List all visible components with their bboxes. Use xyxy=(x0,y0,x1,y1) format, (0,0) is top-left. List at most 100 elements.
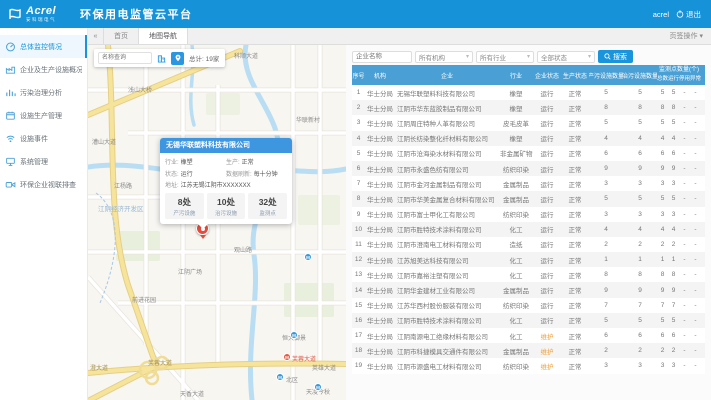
table-cell: 运行 xyxy=(533,164,561,174)
table-cell: 9 xyxy=(657,165,668,172)
table-cell: 8 xyxy=(589,104,623,111)
table-row[interactable]: 12华士分局江苏旭美达科技有限公司化工运行正常1111-- xyxy=(352,252,705,267)
table-cell: 9 xyxy=(589,165,623,172)
sidebar-item-5[interactable]: 系统管理 xyxy=(0,150,87,173)
table-row[interactable]: 2华士分局江阴市华东蓝胶制品有限公司橡塑运行正常8888-- xyxy=(352,100,705,115)
sidebar-item-3[interactable]: 设施生产管理 xyxy=(0,104,87,127)
map-search-input[interactable] xyxy=(98,52,152,64)
table-cell: 4 xyxy=(623,226,657,233)
table-cell: 5 xyxy=(668,317,679,324)
table-row[interactable]: 19华士分局江阴市源盛电工材料有限公司纺织印染维护正常3333-- xyxy=(352,358,705,373)
table-row[interactable]: 6华士分局江阴市永盛色纺有限公司纺织印染运行正常9999-- xyxy=(352,161,705,176)
tab-home[interactable]: 首页 xyxy=(104,28,139,44)
table-cell: 3 xyxy=(623,211,657,218)
table-cell: 运行 xyxy=(533,118,561,128)
table-cell: 华士分局 xyxy=(365,164,395,174)
table-cell: 5 xyxy=(668,119,679,126)
alert-icon xyxy=(5,133,16,144)
transit-station-icon: M xyxy=(314,383,322,391)
table-cell: 9 xyxy=(623,165,657,172)
table-cell: 5 xyxy=(589,89,623,96)
table-cell: 正常 xyxy=(561,346,589,356)
map-label: 浅山大桥 xyxy=(128,85,152,94)
brand-subtitle: 安科瑞电气 xyxy=(26,18,56,23)
table-row[interactable]: 7华士分局江阴市金河金属制品有限公司金属制品运行正常3333-- xyxy=(352,176,705,191)
system-icon xyxy=(5,156,16,167)
popup-field: 地址:江苏无锡江阴市XXXXXXX xyxy=(165,180,287,189)
table-row[interactable]: 18华士分局江阴市科捷模具交通件有限公司金属制品维护正常2222-- xyxy=(352,343,705,358)
map-label: 澄大道 xyxy=(90,363,108,372)
sidebar-collapse-button[interactable]: « xyxy=(88,28,104,44)
sidebar-item-6[interactable]: 环保企业视联排查 xyxy=(0,173,87,196)
table-cell: 9 xyxy=(589,287,623,294)
table-row[interactable]: 15华士分局江苏华西村股份服装有限公司纺织印染运行正常7777-- xyxy=(352,298,705,313)
popup-field-value: 运行 xyxy=(181,169,193,178)
table-cell: 纺织印染 xyxy=(499,300,533,310)
table-row[interactable]: 16华士分局江阴市胜特技术涂料有限公司化工运行正常5555-- xyxy=(352,313,705,328)
table-cell: 纺织印染 xyxy=(499,361,533,371)
table-row[interactable]: 17华士分局江阴南源电工绝缘材料有限公司化工维护正常6666-- xyxy=(352,328,705,343)
table-cell: 华士分局 xyxy=(365,361,395,371)
table-cell: 5 xyxy=(668,195,679,202)
sidebar-item-label: 设施事件 xyxy=(20,134,48,144)
table-cell: 华士分局 xyxy=(365,315,395,325)
search-button[interactable]: 搜索 xyxy=(598,50,633,63)
table-cell: 正常 xyxy=(561,209,589,219)
table-cell: 江阴长纺染整化纤材料有限公司 xyxy=(395,133,499,143)
table-row[interactable]: 13华士分局江阴市嘉裕注塑有限公司化工运行正常8888-- xyxy=(352,267,705,282)
table-cell: 5 xyxy=(657,119,668,126)
enterprise-table-panel: 所有机构▾所有行业▾全部状态▾ 搜索 序号机构企业行业企业状态生产状态产污设施数… xyxy=(346,45,711,400)
table-row[interactable]: 8华士分局江阴市华美金属复合材料有限公司金属制品运行正常5555-- xyxy=(352,191,705,206)
sidebar-item-1[interactable]: 企业及生产设施概况 xyxy=(0,58,87,81)
enterprise-name-input[interactable] xyxy=(352,51,412,63)
company-map-marker-tail xyxy=(200,235,206,239)
table-cell: - xyxy=(690,89,701,96)
table-cell: - xyxy=(690,347,701,354)
building-filter-button[interactable] xyxy=(155,52,168,65)
map-label: 华联新村 xyxy=(296,115,320,124)
popup-stat-label: 监测点 xyxy=(248,209,287,217)
column-header: 机构 xyxy=(365,65,395,85)
filter-select-0[interactable]: 所有机构▾ xyxy=(415,51,473,63)
table-row[interactable]: 3华士分局江阴周庄特种人革有限公司皮毛皮革运行正常5555-- xyxy=(352,115,705,130)
table-cell: - xyxy=(690,271,701,278)
table-row[interactable]: 1华士分局无锡华联塑料科技有限公司橡塑运行正常5555-- xyxy=(352,85,705,100)
column-subheader: 运行 xyxy=(668,75,679,85)
table-cell: - xyxy=(679,317,690,324)
search-icon xyxy=(604,53,611,60)
tab-map-navigation[interactable]: 地图导航 xyxy=(139,28,188,44)
table-cell: 8 xyxy=(623,104,657,111)
table-cell: 运行 xyxy=(533,285,561,295)
username[interactable]: acrel xyxy=(653,10,669,19)
logout-button[interactable]: 退出 xyxy=(676,9,701,20)
table-cell: 运行 xyxy=(533,209,561,219)
table-cell: 4 xyxy=(589,135,623,142)
table-cell: 8 xyxy=(352,195,365,202)
table-cell: - xyxy=(679,226,690,233)
popup-field-value: 正常 xyxy=(242,157,254,166)
map-panel[interactable]: 科顺大道浅山大桥漕山大道江杨路华联新村江阴经济开发区观山路江阴广场前进花园恒大御… xyxy=(88,45,346,400)
sidebar-item-2[interactable]: 污染治理分析 xyxy=(0,81,87,104)
table-cell: 江阴市永盛色纺有限公司 xyxy=(395,164,499,174)
table-cell: 金属制品 xyxy=(499,179,533,189)
table-row[interactable]: 14华士分局江阴华金建材工业有限公司金属制品运行正常9999-- xyxy=(352,282,705,297)
table-row[interactable]: 4华士分局江阴长纺染整化纤材料有限公司橡塑运行正常4444-- xyxy=(352,131,705,146)
table-row[interactable]: 9华士分局江阴市富士甲化工有限公司纺织印染运行正常3333-- xyxy=(352,207,705,222)
acrel-logo-icon xyxy=(8,7,22,21)
table-row[interactable]: 11华士分局江阴市澄南电工材料有限公司造纸运行正常2222-- xyxy=(352,237,705,252)
table-cell: 2 xyxy=(668,241,679,248)
table-cell: 5 xyxy=(657,195,668,202)
tab-operations-menu[interactable]: 页签操作 ▾ xyxy=(661,28,711,44)
sidebar-item-0[interactable]: 总体监控情况 xyxy=(0,35,87,58)
sidebar-item-4[interactable]: 设施事件 xyxy=(0,127,87,150)
table-cell: 3 xyxy=(352,119,365,126)
filter-select-1[interactable]: 所有行业▾ xyxy=(476,51,534,63)
filter-select-2[interactable]: 全部状态▾ xyxy=(537,51,595,63)
locate-button[interactable] xyxy=(171,52,184,65)
table-cell: 6 xyxy=(352,165,365,172)
map-label: 观山路 xyxy=(234,245,252,254)
table-cell: - xyxy=(690,287,701,294)
table-row[interactable]: 10华士分局江阴市胜特技术涂料有限公司化工运行正常4444-- xyxy=(352,222,705,237)
dashboard-icon xyxy=(5,41,16,52)
table-row[interactable]: 5华士分局江阴市沧海染水材料有限公司非金属矿物运行正常6666-- xyxy=(352,146,705,161)
